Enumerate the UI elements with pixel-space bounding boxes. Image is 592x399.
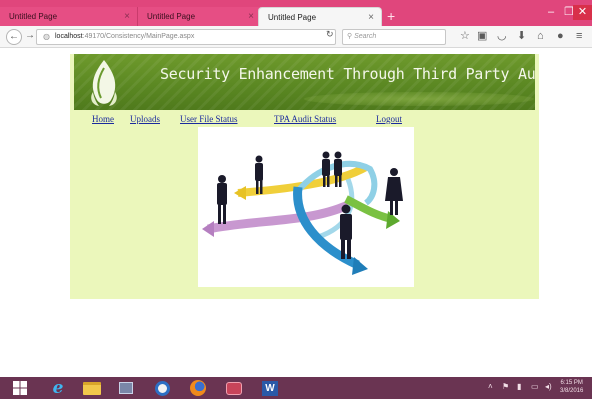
tray-battery-icon[interactable]: ▭ [531, 382, 539, 391]
tab-1-title: Untitled Page [9, 12, 58, 21]
tray-network-icon[interactable]: ▮ [517, 382, 521, 391]
hero-image [198, 127, 414, 287]
search-icon: ⚲ [347, 33, 353, 40]
nav-home-link[interactable]: Home [92, 114, 114, 124]
banner-glow [304, 92, 534, 106]
menu-icon[interactable]: ≡ [576, 30, 582, 43]
tab-2-title: Untitled Page [147, 12, 196, 21]
taskbar-clock[interactable]: 6:15 PM 3/8/2016 [560, 379, 583, 395]
site-title: Security Enhancement Through Third Party… [160, 65, 535, 83]
visual-studio-icon[interactable] [220, 379, 248, 397]
leaf-logo-icon [91, 60, 117, 106]
page-container: Security Enhancement Through Third Party… [70, 54, 539, 299]
tray-volume-icon[interactable]: ◂) [545, 382, 552, 391]
clock-time: 6:15 PM [560, 380, 583, 386]
new-tab-icon[interactable]: + [387, 9, 395, 23]
browser-tab-strip: Untitled Page × Untitled Page × Untitled… [0, 0, 592, 26]
forward-icon[interactable]: → [25, 30, 35, 41]
media-player-icon[interactable] [148, 379, 176, 397]
tab-2[interactable]: Untitled Page × [138, 7, 262, 26]
close-window-icon[interactable]: ✕ [573, 5, 592, 20]
tab-3-active[interactable]: Untitled Page × [258, 7, 382, 26]
chat-icon[interactable]: ● [557, 30, 564, 43]
tab-1[interactable]: Untitled Page × [0, 7, 138, 26]
internet-explorer-icon[interactable]: e [44, 378, 72, 398]
clock-date: 3/8/2016 [560, 388, 584, 394]
reading-list-icon[interactable]: ▣ [477, 30, 487, 43]
business-arrows-illustration [202, 151, 403, 275]
bookmark-star-icon[interactable]: ☆ [460, 30, 470, 43]
address-host: localhost [55, 33, 83, 40]
site-banner: Security Enhancement Through Third Party… [74, 54, 535, 110]
browser-nav-bar: ← → ◍ localhost:49170/Consistency/MainPa… [0, 26, 592, 48]
back-icon[interactable]: ← [6, 29, 22, 45]
tray-flag-icon[interactable]: ⚑ [502, 382, 509, 391]
word-icon[interactable]: W [256, 379, 284, 397]
nav-logout-link[interactable]: Logout [376, 114, 402, 124]
download-icon[interactable]: ⬇ [517, 30, 526, 43]
reload-icon[interactable]: ↻ [326, 29, 334, 40]
windows-taskbar: e W ˄ ⚑ ▮ ▭ ◂) 6:15 PM 3/8/2016 [0, 377, 592, 399]
nav-user-file-status-link[interactable]: User File Status [180, 114, 238, 124]
firefox-icon[interactable] [184, 379, 212, 397]
search-input[interactable]: ⚲ Search [342, 29, 446, 45]
tab-2-close-icon[interactable]: × [248, 11, 254, 22]
globe-icon: ◍ [43, 32, 50, 41]
tab-3-title: Untitled Page [268, 13, 317, 22]
home-icon[interactable]: ⌂ [537, 30, 544, 43]
nav-uploads-link[interactable]: Uploads [130, 114, 160, 124]
pocket-icon[interactable]: ◡ [497, 30, 507, 43]
tab-3-close-icon[interactable]: × [368, 12, 374, 23]
nav-tpa-audit-status-link[interactable]: TPA Audit Status [274, 114, 336, 124]
windows-start-icon[interactable] [6, 379, 34, 397]
address-bar[interactable]: ◍ localhost:49170/Consistency/MainPage.a… [36, 29, 336, 45]
tray-chevron-icon[interactable]: ˄ [488, 382, 493, 391]
address-text: localhost:49170/Consistency/MainPage.asp… [55, 30, 194, 44]
address-path: :49170/Consistency/MainPage.aspx [82, 33, 195, 40]
search-placeholder: Search [354, 33, 377, 40]
tab-1-close-icon[interactable]: × [124, 11, 130, 22]
file-explorer-icon[interactable] [78, 379, 106, 397]
app-icon-grid[interactable] [112, 379, 140, 397]
